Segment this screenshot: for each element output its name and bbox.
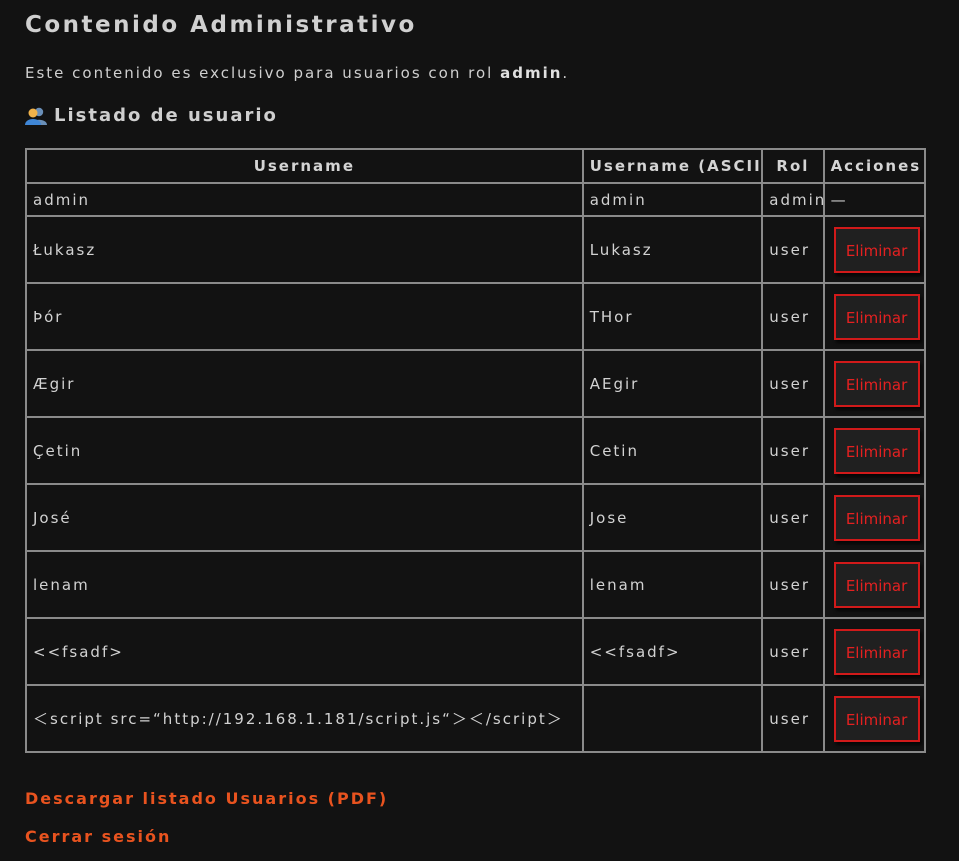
- cell-username-ascii: Lukasz: [581, 215, 764, 284]
- cell-actions: Eliminar: [822, 416, 927, 485]
- table-row: Ægir AEgir user Eliminar: [25, 349, 927, 418]
- header-username: Username: [25, 148, 584, 184]
- cell-username: Łukasz: [25, 215, 584, 284]
- table-row: admin admin admin —: [25, 182, 927, 217]
- cell-actions: Eliminar: [822, 349, 927, 418]
- section-title-label: Listado de usuario: [54, 105, 278, 126]
- cell-username: Çetin: [25, 416, 584, 485]
- cell-username: Þór: [25, 282, 584, 351]
- users-icon: [25, 106, 47, 126]
- cell-username-ascii: Cetin: [581, 416, 764, 485]
- header-actions: Acciones: [822, 148, 927, 184]
- cell-rol: user: [761, 550, 825, 619]
- cell-actions: Eliminar: [822, 483, 927, 552]
- table-row: ＜script src=“http://192.168.1.181/script…: [25, 684, 927, 753]
- cell-username-ascii: lenam: [581, 550, 764, 619]
- cell-username-ascii: <<fsadf>: [581, 617, 764, 686]
- cell-username: José: [25, 483, 584, 552]
- cell-username: ＜script src=“http://192.168.1.181/script…: [25, 684, 584, 753]
- cell-rol: user: [761, 483, 825, 552]
- intro-suffix: .: [562, 64, 570, 82]
- delete-user-button[interactable]: Eliminar: [833, 226, 920, 273]
- table-row: <<fsadf> <<fsadf> user Eliminar: [25, 617, 927, 686]
- table-row: Łukasz Lukasz user Eliminar: [25, 215, 927, 284]
- cell-rol: user: [761, 617, 825, 686]
- cell-rol: user: [761, 416, 825, 485]
- delete-user-button[interactable]: Eliminar: [833, 695, 920, 742]
- header-rol: Rol: [761, 148, 825, 184]
- logout-link[interactable]: Cerrar sesión: [25, 827, 171, 846]
- delete-user-button[interactable]: Eliminar: [833, 628, 920, 675]
- cell-username: admin: [25, 182, 584, 217]
- intro-role: admin: [500, 64, 563, 82]
- cell-rol: user: [761, 215, 825, 284]
- delete-user-button[interactable]: Eliminar: [833, 427, 920, 474]
- cell-username: Ægir: [25, 349, 584, 418]
- cell-username-ascii: Jose: [581, 483, 764, 552]
- cell-rol: user: [761, 282, 825, 351]
- delete-user-button[interactable]: Eliminar: [833, 494, 920, 541]
- table-row: lenam lenam user Eliminar: [25, 550, 927, 619]
- intro-text: Este contenido es exclusivo para usuario…: [25, 64, 569, 82]
- cell-username-ascii: AEgir: [581, 349, 764, 418]
- cell-username-ascii: THor: [581, 282, 764, 351]
- cell-actions: Eliminar: [822, 215, 927, 284]
- cell-username: lenam: [25, 550, 584, 619]
- delete-user-button[interactable]: Eliminar: [833, 561, 920, 608]
- users-table: Username Username (ASCII) Rol Acciones a…: [25, 148, 927, 753]
- cell-rol: user: [761, 349, 825, 418]
- cell-username: <<fsadf>: [25, 617, 584, 686]
- cell-actions: Eliminar: [822, 550, 927, 619]
- intro-prefix: Este contenido es exclusivo para usuario…: [25, 64, 501, 82]
- table-row: José Jose user Eliminar: [25, 483, 927, 552]
- delete-user-button[interactable]: Eliminar: [833, 360, 920, 407]
- cell-actions: Eliminar: [822, 617, 927, 686]
- cell-actions: Eliminar: [822, 684, 927, 753]
- download-pdf-link[interactable]: Descargar listado Usuarios (PDF): [25, 789, 388, 808]
- cell-username-ascii: admin: [581, 182, 764, 217]
- section-title: Listado de usuario: [25, 105, 278, 126]
- cell-username-ascii: [581, 684, 764, 753]
- table-row: Þór THor user Eliminar: [25, 282, 927, 351]
- cell-actions: Eliminar: [822, 282, 927, 351]
- cell-rol: admin: [761, 182, 825, 217]
- page-title: Contenido Administrativo: [25, 12, 417, 38]
- cell-action-none: —: [822, 182, 927, 217]
- table-header-row: Username Username (ASCII) Rol Acciones: [25, 148, 927, 184]
- table-row: Çetin Cetin user Eliminar: [25, 416, 927, 485]
- header-username-ascii: Username (ASCII): [581, 148, 764, 184]
- delete-user-button[interactable]: Eliminar: [833, 293, 920, 340]
- cell-rol: user: [761, 684, 825, 753]
